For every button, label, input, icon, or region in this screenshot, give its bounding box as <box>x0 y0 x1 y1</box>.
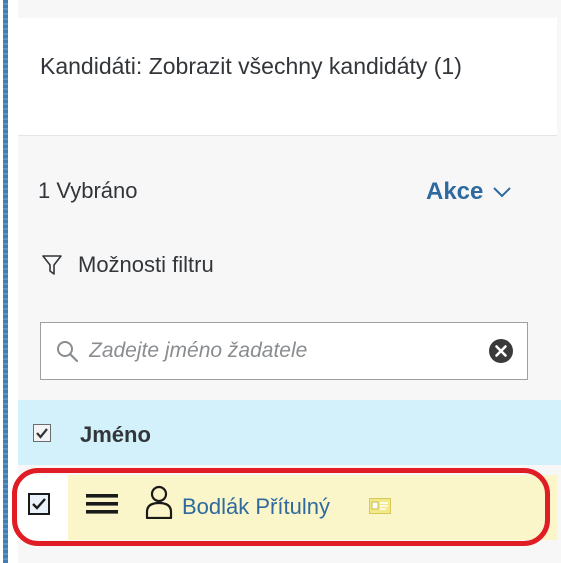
column-header-name[interactable]: Jméno <box>80 422 151 448</box>
actions-label: Akce <box>426 178 484 205</box>
filter-icon <box>42 255 62 275</box>
contact-card-icon[interactable] <box>369 498 391 514</box>
drag-handle-icon[interactable] <box>86 492 118 516</box>
candidate-name-link[interactable]: Bodlák Přítulný <box>182 494 330 520</box>
search-icon <box>57 341 79 363</box>
actions-menu-button[interactable]: Akce <box>426 174 512 210</box>
filter-options-button[interactable]: Možnosti filtru <box>42 252 214 278</box>
checkmark-icon <box>32 498 46 510</box>
row-checkbox[interactable] <box>28 493 50 515</box>
clear-search-icon[interactable] <box>488 338 514 364</box>
search-input[interactable] <box>89 331 449 371</box>
selected-count: 1 Vybráno <box>38 178 138 203</box>
left-rail-bar <box>3 0 8 563</box>
person-icon <box>145 485 173 519</box>
chevron-down-icon <box>493 187 512 198</box>
page-title: Kandidáti: Zobrazit všechny kandidáty (1… <box>40 53 462 79</box>
select-all-checkbox[interactable] <box>33 424 51 442</box>
checkmark-icon <box>36 428 48 439</box>
filter-options-label: Možnosti filtru <box>78 252 214 277</box>
search-field <box>40 322 528 380</box>
left-rail <box>0 0 10 563</box>
